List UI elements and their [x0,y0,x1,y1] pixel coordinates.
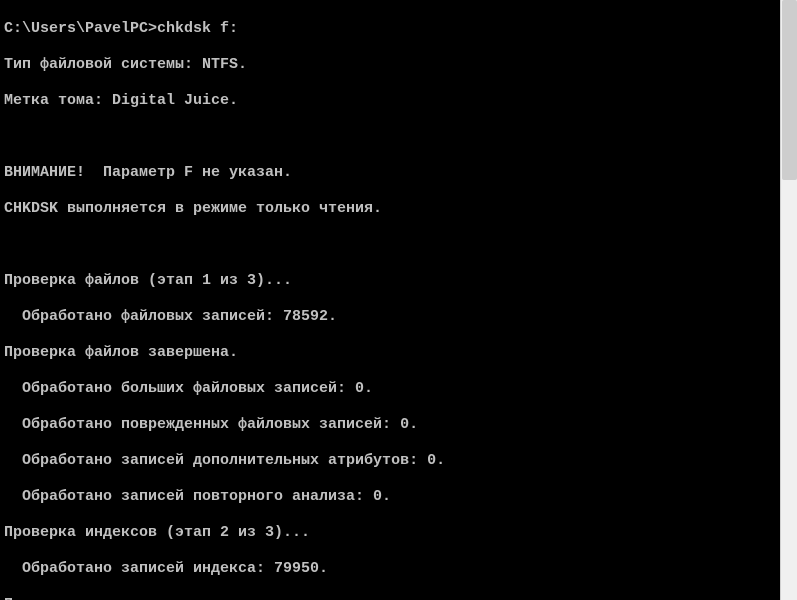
stage2: Проверка индексов (этап 2 из 3)... [4,524,776,542]
index-records: Обработано записей индекса: 79950. [4,560,776,578]
stage1-done: Проверка файлов завершена. [4,344,776,362]
volume-label: Метка тома: Digital Juice. [4,92,776,110]
command-line: C:\Users\PavelPC>chkdsk f: [4,20,776,38]
terminal-output[interactable]: C:\Users\PavelPC>chkdsk f: Тип файловой … [0,0,780,600]
scrollbar-thumb[interactable] [782,0,797,180]
bad-records: Обработано поврежденных файловых записей… [4,416,776,434]
vertical-scrollbar[interactable] [780,0,797,600]
reparse-records: Обработано записей повторного анализа: 0… [4,488,776,506]
stage1: Проверка файлов (этап 1 из 3)... [4,272,776,290]
stage1-records: Обработано файловых записей: 78592. [4,308,776,326]
warning-line: ВНИМАНИЕ! Параметр F не указан. [4,164,776,182]
ea-records: Обработано записей дополнительных атрибу… [4,452,776,470]
blank-line [4,128,776,146]
large-records: Обработано больших файловых записей: 0. [4,380,776,398]
stage2-done: Проверка индексов завершена. [4,596,776,600]
readonly-line: CHKDSK выполняется в режиме только чтени… [4,200,776,218]
filesystem-type: Тип файловой системы: NTFS. [4,56,776,74]
blank-line [4,236,776,254]
